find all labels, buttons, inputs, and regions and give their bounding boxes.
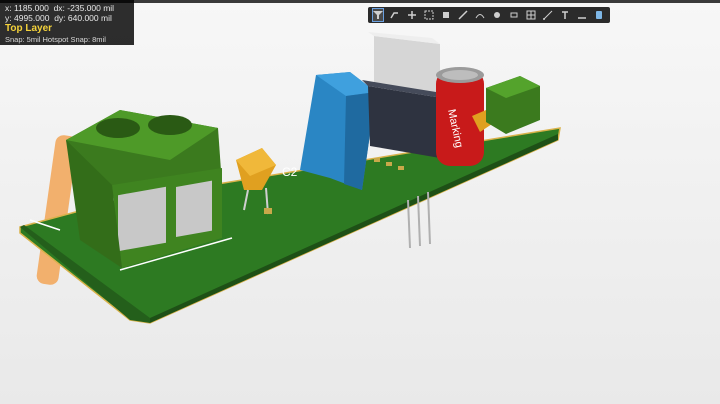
- dy-value: 640.000 mil: [67, 13, 112, 23]
- measure-button[interactable]: [542, 8, 554, 22]
- designator-c2: C2: [282, 165, 298, 179]
- text-button[interactable]: [559, 8, 571, 22]
- y-value: 4995.000: [14, 13, 50, 23]
- bus-button[interactable]: [457, 8, 469, 22]
- stack-button[interactable]: [440, 8, 452, 22]
- dx-value: -235.000 mil: [67, 3, 115, 13]
- view-3d-button[interactable]: [593, 8, 605, 22]
- hud-row-x: x: 1185.000 dx: -235.000 mil: [5, 3, 134, 13]
- filter-icon: [373, 11, 384, 19]
- current-layer: Top Layer: [5, 23, 53, 34]
- 3d-viewport[interactable]: Marking C2 x: 1185.000 dx: -235.000 mil …: [0, 0, 720, 404]
- snap-info: Snap: 5mil Hotspot Snap: 8mil: [5, 35, 106, 44]
- coordinate-hud: x: 1185.000 dx: -235.000 mil y: 4995.000…: [0, 0, 134, 45]
- terminal-block-j2[interactable]: [486, 76, 540, 134]
- select-rect-icon: [424, 10, 434, 20]
- filter-button[interactable]: [372, 8, 385, 22]
- x-value: 1185.000: [14, 3, 49, 13]
- wire-icon: [475, 14, 485, 19]
- place-icon: [494, 12, 501, 18]
- stack-icon: [443, 12, 450, 18]
- add-icon: [408, 11, 417, 19]
- y-label: y:: [5, 13, 12, 23]
- add-button[interactable]: [406, 8, 418, 22]
- measure-icon: [543, 10, 553, 20]
- x-label: x:: [5, 3, 12, 13]
- active-bar-toolbar: [368, 7, 610, 23]
- route-icon: [390, 12, 399, 19]
- grid-button[interactable]: [525, 8, 537, 22]
- dy-label: dy:: [54, 13, 66, 23]
- select-rect-button[interactable]: [423, 8, 435, 22]
- line-button[interactable]: [576, 8, 588, 22]
- text-icon: [562, 11, 569, 19]
- grid-icon: [526, 10, 536, 20]
- place-button[interactable]: [491, 8, 503, 22]
- view-3d-icon: [596, 11, 603, 19]
- terminal-block-j1[interactable]: [66, 110, 222, 268]
- line-icon: [578, 17, 587, 19]
- component-button[interactable]: [508, 8, 520, 22]
- component-icon: [510, 12, 518, 18]
- pcb-3d-scene[interactable]: Marking C2: [0, 0, 720, 404]
- wire-button[interactable]: [474, 8, 486, 22]
- bus-icon: [458, 10, 468, 20]
- dx-label: dx:: [53, 3, 65, 13]
- hud-row-y: y: 4995.000 dy: 640.000 mil: [5, 13, 134, 23]
- route-button[interactable]: [389, 8, 401, 22]
